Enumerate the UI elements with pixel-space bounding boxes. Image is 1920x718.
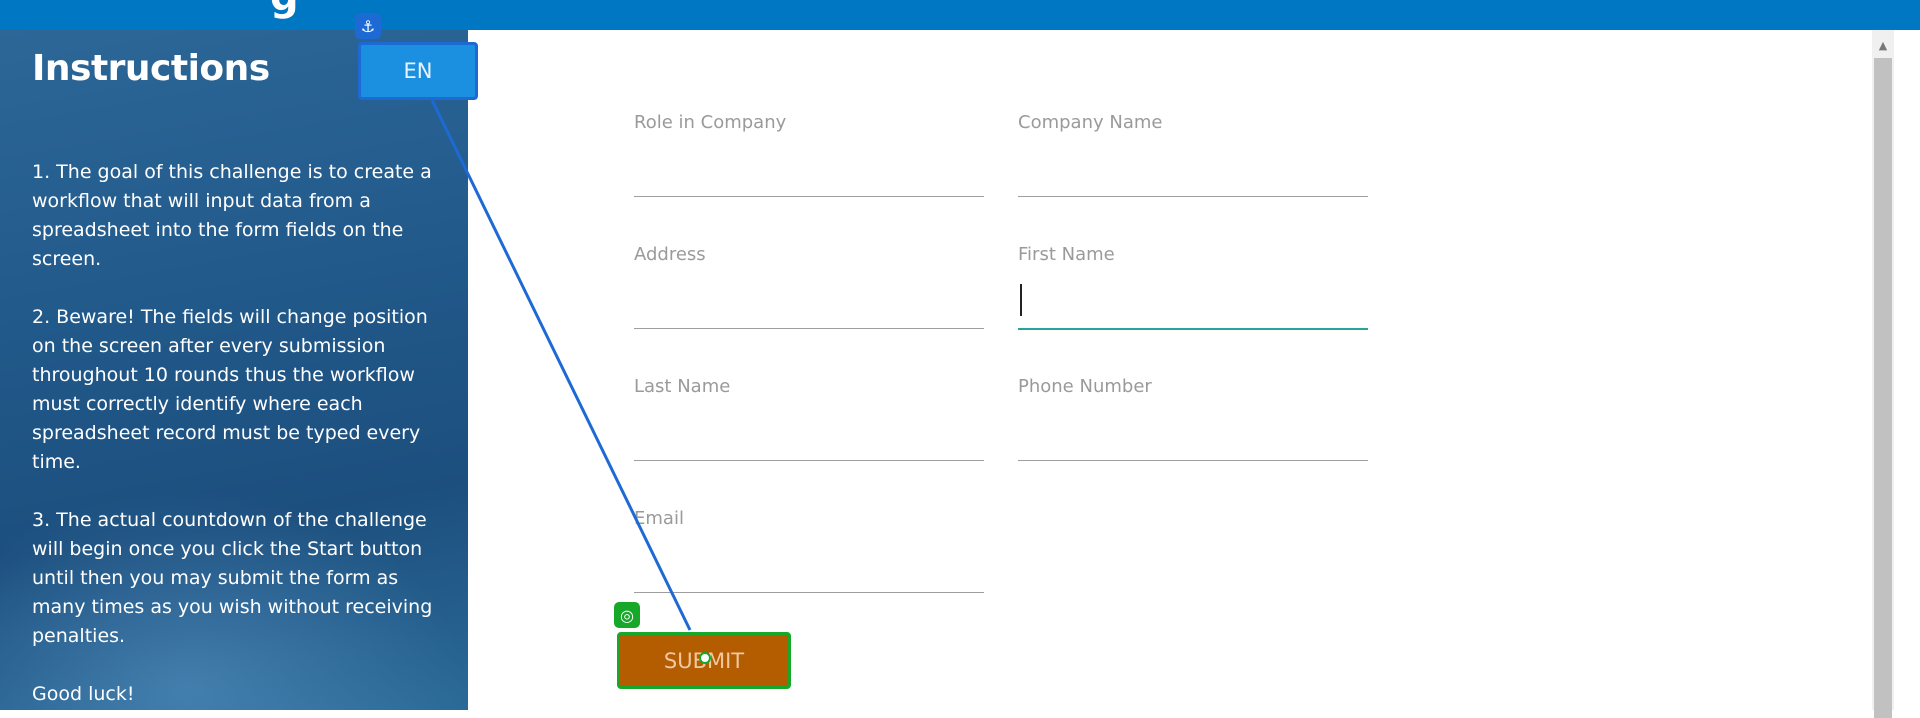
header-title-fragment: g [270,0,299,20]
instruction-paragraph-3: 3. The actual countdown of the challenge… [32,509,433,647]
last-name-label: Last Name [634,376,731,397]
vertical-scrollbar[interactable]: ▲ [1872,30,1894,718]
instructions-text: 1. The goal of this challenge is to crea… [32,158,442,710]
text-caret [1020,284,1022,316]
company-name-underline [1018,196,1368,197]
anchor-icon: ⚓ [355,13,381,39]
company-name-label: Company Name [1018,112,1163,133]
email-underline [634,592,984,593]
address-underline [634,328,984,329]
target-point-marker [699,652,711,664]
instruction-paragraph-2: 2. Beware! The fields will change positi… [32,306,428,473]
first-name-label: First Name [1018,244,1115,265]
last-name-underline [634,460,984,461]
instructions-title: Instructions [32,48,270,89]
instructions-panel: Instructions 1. The goal of this challen… [0,30,468,710]
phone-number-label: Phone Number [1018,376,1152,397]
phone-number-underline [1018,460,1368,461]
instruction-good-luck: Good luck! [32,683,135,705]
first-name-underline [1018,328,1368,330]
top-header-bar: g [0,0,1920,30]
role-in-company-underline [634,196,984,197]
scrollbar-thumb[interactable] [1874,58,1892,718]
scroll-up-arrow-icon[interactable]: ▲ [1872,36,1894,56]
right-gutter [1894,30,1920,710]
language-button[interactable]: EN [358,42,478,100]
language-button-label: EN [403,59,433,83]
target-icon: ◎ [614,602,640,628]
role-in-company-label: Role in Company [634,112,787,133]
instruction-paragraph-1: 1. The goal of this challenge is to crea… [32,161,432,270]
email-label: Email [634,508,684,529]
address-label: Address [634,244,706,265]
